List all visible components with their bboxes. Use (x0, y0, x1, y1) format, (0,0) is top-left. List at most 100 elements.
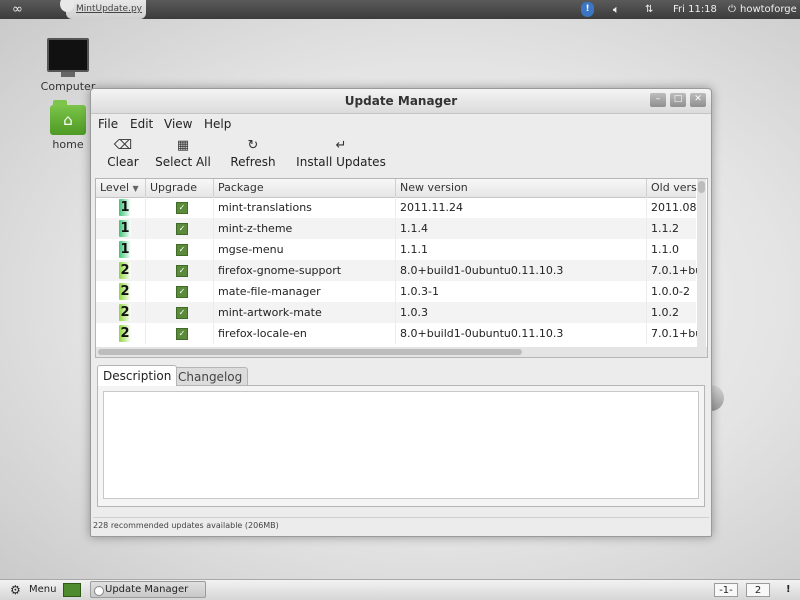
upgrade-checkbox[interactable]: ✓ (176, 223, 188, 235)
menu-help[interactable]: Help (204, 114, 231, 134)
menu-gear-icon[interactable]: ⚙ (10, 580, 21, 600)
old-version-cell: 1.0.0-2 (647, 281, 699, 302)
menu-edit[interactable]: Edit (130, 114, 153, 134)
taskbar-update-manager[interactable]: Update Manager (90, 581, 206, 598)
top-panel: ∞ MintUpdate.py ! 🔈︎ ⇅ Fri 11:18 ⏻ howto… (0, 0, 800, 19)
package-cell: mint-artwork-mate (214, 302, 396, 323)
network-icon[interactable]: ⇅ (645, 0, 653, 19)
level-badge: 1 (119, 220, 131, 237)
clock[interactable]: Fri 11:18 (673, 0, 717, 19)
old-version-cell: 7.0.1+build (647, 323, 699, 344)
details-panel (97, 385, 705, 507)
desktop-icon-home[interactable]: ⌂ home (38, 100, 98, 151)
horizontal-scroll-thumb[interactable] (98, 349, 522, 355)
menubar: File Edit View Help (91, 114, 711, 134)
package-cell: mate-file-manager (214, 281, 396, 302)
level-cell: 1 (96, 197, 146, 218)
column-level[interactable]: Level ▼ (96, 179, 146, 197)
table-row[interactable]: 1 ✓ mgse-menu 1.1.1 1.1.0 (96, 239, 699, 260)
table-row[interactable]: 1 ✓ mint-z-theme 1.1.4 1.1.2 (96, 218, 699, 239)
table-row[interactable]: 2 ✓ mint-artwork-mate 1.0.3 1.0.2 (96, 302, 699, 323)
volume-icon[interactable]: 🔈︎ (613, 0, 620, 19)
level-cell: 2 (96, 302, 146, 323)
refresh-icon: ↻ (247, 138, 259, 153)
table-row[interactable]: 2 ✓ firefox-locale-en 8.0+build1-0ubuntu0.1… (96, 323, 699, 344)
update-manager-window: Update Manager – □ ✕ File Edit View Help… (90, 88, 712, 537)
notification-icon[interactable]: ! (786, 580, 791, 600)
update-shield-icon[interactable]: ! (581, 2, 594, 17)
toolbar: ⌫ Clear ▦ Select All ↻ Refresh ↵ Install… (91, 135, 711, 175)
menu-view[interactable]: View (164, 114, 192, 134)
level-badge: 2 (119, 325, 131, 342)
package-cell: mint-translations (214, 197, 396, 218)
refresh-button[interactable]: ↻ Refresh (229, 135, 277, 175)
upgrade-checkbox[interactable]: ✓ (176, 202, 188, 214)
select-all-button[interactable]: ▦ Select All (154, 135, 212, 175)
table-row[interactable]: 2 ✓ firefox-gnome-support 8.0+build1-0ubunt… (96, 260, 699, 281)
vertical-scroll-thumb[interactable] (698, 181, 705, 193)
user-name[interactable]: howtoforge (740, 0, 797, 19)
desktop-icon-computer[interactable]: Computer (38, 38, 98, 93)
old-version-cell: 1.1.2 (647, 218, 699, 239)
table-row[interactable]: 1 ✓ mint-translations 2011.11.24 2011.08 (96, 197, 699, 218)
new-version-cell: 1.1.4 (396, 218, 647, 239)
menu-button[interactable]: Menu (29, 580, 56, 600)
new-version-cell: 8.0+build1-0ubuntu0.11.10.3 (396, 260, 647, 281)
vertical-scrollbar[interactable] (697, 179, 706, 347)
upgrade-checkbox[interactable]: ✓ (176, 328, 188, 340)
package-cell: mint-z-theme (214, 218, 396, 239)
install-updates-button[interactable]: ↵ Install Updates (295, 135, 387, 175)
new-version-cell: 1.0.3 (396, 302, 647, 323)
column-old-version[interactable]: Old version (647, 179, 699, 197)
install-updates-label: Install Updates (296, 155, 386, 169)
desktop-icon-label: Computer (40, 80, 96, 93)
app-tab-label: MintUpdate.py (76, 4, 142, 14)
level-cell: 2 (96, 281, 146, 302)
upgrade-cell: ✓ (146, 302, 214, 323)
close-button[interactable]: ✕ (690, 93, 706, 107)
upgrade-checkbox[interactable]: ✓ (176, 244, 188, 256)
level-cell: 2 (96, 260, 146, 281)
home-folder-icon: ⌂ (50, 100, 86, 135)
package-cell: mgse-menu (214, 239, 396, 260)
old-version-cell: 1.0.2 (647, 302, 699, 323)
mint-infinity-icon[interactable]: ∞ (12, 0, 23, 19)
new-version-cell: 1.0.3-1 (396, 281, 647, 302)
clear-label: Clear (107, 155, 139, 169)
upgrade-cell: ✓ (146, 218, 214, 239)
select-all-icon: ▦ (176, 138, 190, 153)
table-row[interactable]: 2 ✓ mate-file-manager 1.0.3-1 1.0.0-2 (96, 281, 699, 302)
upgrade-checkbox[interactable]: ✓ (176, 307, 188, 319)
status-bar: 228 recommended updates available (206MB… (93, 517, 709, 534)
upgrade-cell: ✓ (146, 239, 214, 260)
tab-description[interactable]: Description (97, 365, 178, 386)
old-version-cell: 7.0.1+build (647, 260, 699, 281)
level-cell: 1 (96, 239, 146, 260)
titlebar[interactable]: Update Manager – □ ✕ (91, 89, 711, 114)
level-badge: 2 (119, 283, 131, 300)
upgrade-checkbox[interactable]: ✓ (176, 286, 188, 298)
minimize-button[interactable]: – (650, 93, 666, 107)
maximize-button[interactable]: □ (670, 93, 686, 107)
column-label: Level (100, 181, 130, 194)
upgrade-checkbox[interactable]: ✓ (176, 265, 188, 277)
old-version-cell: 2011.08 (647, 197, 699, 218)
column-upgrade[interactable]: Upgrade (146, 179, 214, 197)
horizontal-scrollbar[interactable] (96, 347, 707, 357)
clear-button[interactable]: ⌫ Clear (105, 135, 141, 175)
upgrade-cell: ✓ (146, 197, 214, 218)
upgrade-cell: ✓ (146, 323, 214, 344)
level-badge: 2 (119, 262, 131, 279)
tab-changelog[interactable]: Changelog (172, 367, 249, 385)
column-new-version[interactable]: New version (396, 179, 647, 197)
show-desktop-icon[interactable] (63, 583, 81, 597)
column-package[interactable]: Package (214, 179, 396, 197)
details-area: Description Changelog (97, 365, 705, 507)
active-app-tab[interactable]: MintUpdate.py (60, 0, 146, 19)
description-textbox[interactable] (103, 391, 699, 499)
level-cell: 2 (96, 323, 146, 344)
house-icon: ⌂ (63, 111, 73, 129)
workspace-1[interactable]: -1- (714, 583, 738, 597)
menu-file[interactable]: File (98, 114, 118, 134)
workspace-2[interactable]: 2 (746, 583, 770, 597)
